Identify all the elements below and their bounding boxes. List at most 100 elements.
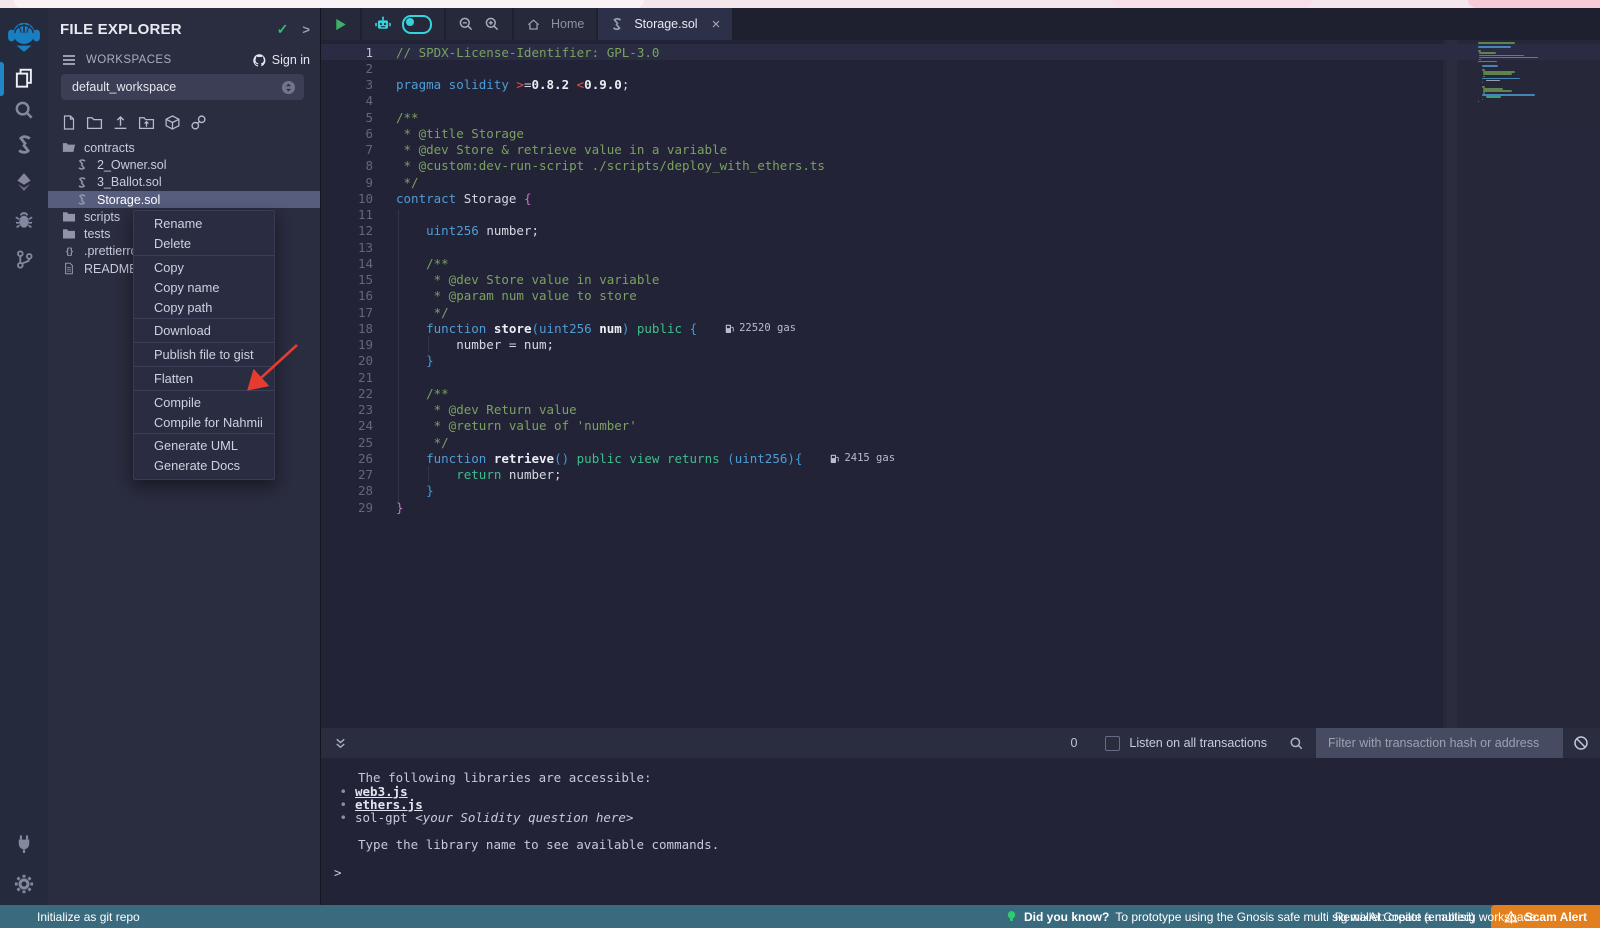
deploy-run-icon[interactable] [0, 166, 48, 198]
line-number: 2 [321, 61, 389, 76]
menu-item-publish-file-to-gist[interactable]: Publish file to gist [134, 345, 274, 365]
solidity-compiler-icon[interactable] [0, 128, 48, 160]
tree-item-label: 2_Owner.sol [97, 158, 166, 172]
solidity-icon [75, 193, 89, 207]
ai-robot-icon[interactable] [374, 15, 392, 33]
tab-storage-label: Storage.sol [634, 17, 697, 31]
menu-divider [134, 255, 274, 256]
line-number: 15 [321, 272, 389, 287]
hamburger-icon[interactable] [62, 54, 76, 66]
code-line-5: 5/** [321, 109, 1600, 125]
terminal-output[interactable]: The following libraries are accessible:•… [321, 758, 1600, 905]
terminal-line: •web3.js [321, 784, 1600, 797]
run-script-button[interactable] [321, 8, 360, 40]
zoom-in-icon[interactable] [484, 16, 500, 32]
line-number: 24 [321, 418, 389, 433]
workspace-stepper-icon[interactable] [281, 80, 296, 95]
code-line-3: 3pragma solidity >=0.8.2 <0.9.0; [321, 77, 1600, 93]
remix-logo[interactable] [0, 14, 48, 58]
code-line-11: 11 [321, 207, 1600, 223]
link-icon[interactable] [190, 114, 207, 131]
search-icon[interactable] [1289, 736, 1304, 751]
code-line-8: 8 * @custom:dev-run-script ./scripts/dep… [321, 158, 1600, 174]
upload-folder-icon[interactable] [138, 114, 155, 131]
line-number: 12 [321, 223, 389, 238]
double-chevron-down-icon[interactable] [333, 736, 348, 751]
code-line-13: 13 [321, 239, 1600, 255]
code-line-20: 20 } [321, 353, 1600, 369]
menu-item-delete[interactable]: Delete [134, 234, 274, 254]
code-line-29: 29} [321, 499, 1600, 515]
upload-file-icon[interactable] [112, 114, 129, 131]
menu-item-compile[interactable]: Compile [134, 392, 274, 412]
code-line-17: 17 */ [321, 304, 1600, 320]
did-you-know-tip: Did you know? To prototype using the Gno… [1005, 909, 1540, 924]
code-line-24: 24 * @return value of 'number' [321, 418, 1600, 434]
listen-all-checkbox[interactable] [1105, 736, 1120, 751]
tab-home[interactable]: Home [514, 8, 596, 40]
workspace-select[interactable]: default_workspace [61, 74, 304, 100]
menu-item-copy-name[interactable]: Copy name [134, 277, 274, 297]
line-number: 9 [321, 175, 389, 190]
line-number: 5 [321, 110, 389, 125]
new-folder-icon[interactable] [86, 114, 103, 131]
code-editor[interactable]: 1// SPDX-License-Identifier: GPL-3.023pr… [321, 40, 1600, 728]
sign-in-button[interactable]: Sign in [252, 53, 310, 68]
zoom-out-icon[interactable] [458, 16, 474, 32]
terminal-prompt[interactable]: > [321, 865, 1600, 880]
settings-icon[interactable] [0, 868, 48, 900]
copilot-toggle-on[interactable] [402, 15, 432, 34]
debugger-icon[interactable] [0, 204, 48, 236]
folder-icon [62, 227, 76, 241]
tree-item-storage-sol[interactable]: Storage.sol [48, 191, 320, 208]
menu-divider [134, 433, 274, 434]
file-explorer-icon[interactable] [0, 62, 48, 94]
code-line-18: 18 function store(uint256 num) public {2… [321, 320, 1600, 336]
sign-in-label: Sign in [272, 53, 310, 67]
menu-item-download[interactable]: Download [134, 321, 274, 341]
code-line-27: 27 return number; [321, 467, 1600, 483]
tree-item-contracts[interactable]: contracts [48, 139, 320, 156]
browser-tab-shape [1113, 0, 1313, 8]
terminal-line [321, 825, 1600, 838]
plugin-manager-icon[interactable] [0, 828, 48, 860]
cube-icon[interactable] [164, 114, 181, 131]
tree-item-2-owner-sol[interactable]: 2_Owner.sol [48, 156, 320, 173]
code-line-22: 22 /** [321, 385, 1600, 401]
tree-item-label: Storage.sol [97, 193, 160, 207]
tree-item-3-ballot-sol[interactable]: 3_Ballot.sol [48, 174, 320, 191]
new-file-icon[interactable] [61, 114, 77, 131]
code-line-4: 4 [321, 93, 1600, 109]
line-number: 17 [321, 305, 389, 320]
browser-tab-shape [14, 0, 644, 8]
code-line-16: 16 * @param num value to store [321, 288, 1600, 304]
menu-item-rename[interactable]: Rename [134, 214, 274, 234]
indent-guide [428, 466, 429, 482]
line-number: 20 [321, 353, 389, 368]
tab-home-label: Home [551, 17, 584, 31]
tab-storage-sol[interactable]: Storage.sol × [598, 8, 732, 40]
init-git-repo-button[interactable]: Initialize as git repo [37, 910, 140, 924]
line-number: 26 [321, 451, 389, 466]
transaction-filter-input[interactable] [1316, 728, 1563, 758]
code-line-26: 26 function retrieve() public view retur… [321, 450, 1600, 466]
lightbulb-icon [1005, 909, 1018, 924]
menu-item-copy-path[interactable]: Copy path [134, 297, 274, 317]
menu-item-copy[interactable]: Copy [134, 258, 274, 278]
chevron-right-icon[interactable]: > [302, 22, 310, 37]
code-line-2: 2 [321, 60, 1600, 76]
menu-item-generate-docs[interactable]: Generate Docs [134, 456, 274, 476]
terminal-line: •ethers.js [321, 798, 1600, 811]
git-icon[interactable] [0, 243, 48, 275]
close-icon[interactable]: × [712, 17, 721, 32]
ban-icon[interactable] [1573, 735, 1589, 751]
tree-item-label: scripts [84, 210, 120, 224]
menu-item-compile-for-nahmii[interactable]: Compile for Nahmii [134, 412, 274, 432]
menu-item-generate-uml[interactable]: Generate UML [134, 436, 274, 456]
menu-item-flatten[interactable]: Flatten [134, 369, 274, 389]
panel-title: FILE EXPLORER [60, 21, 182, 38]
search-icon[interactable] [0, 94, 48, 126]
check-icon[interactable]: ✓ [277, 21, 289, 38]
minimap[interactable] [1478, 42, 1585, 103]
file-icon [62, 262, 76, 276]
